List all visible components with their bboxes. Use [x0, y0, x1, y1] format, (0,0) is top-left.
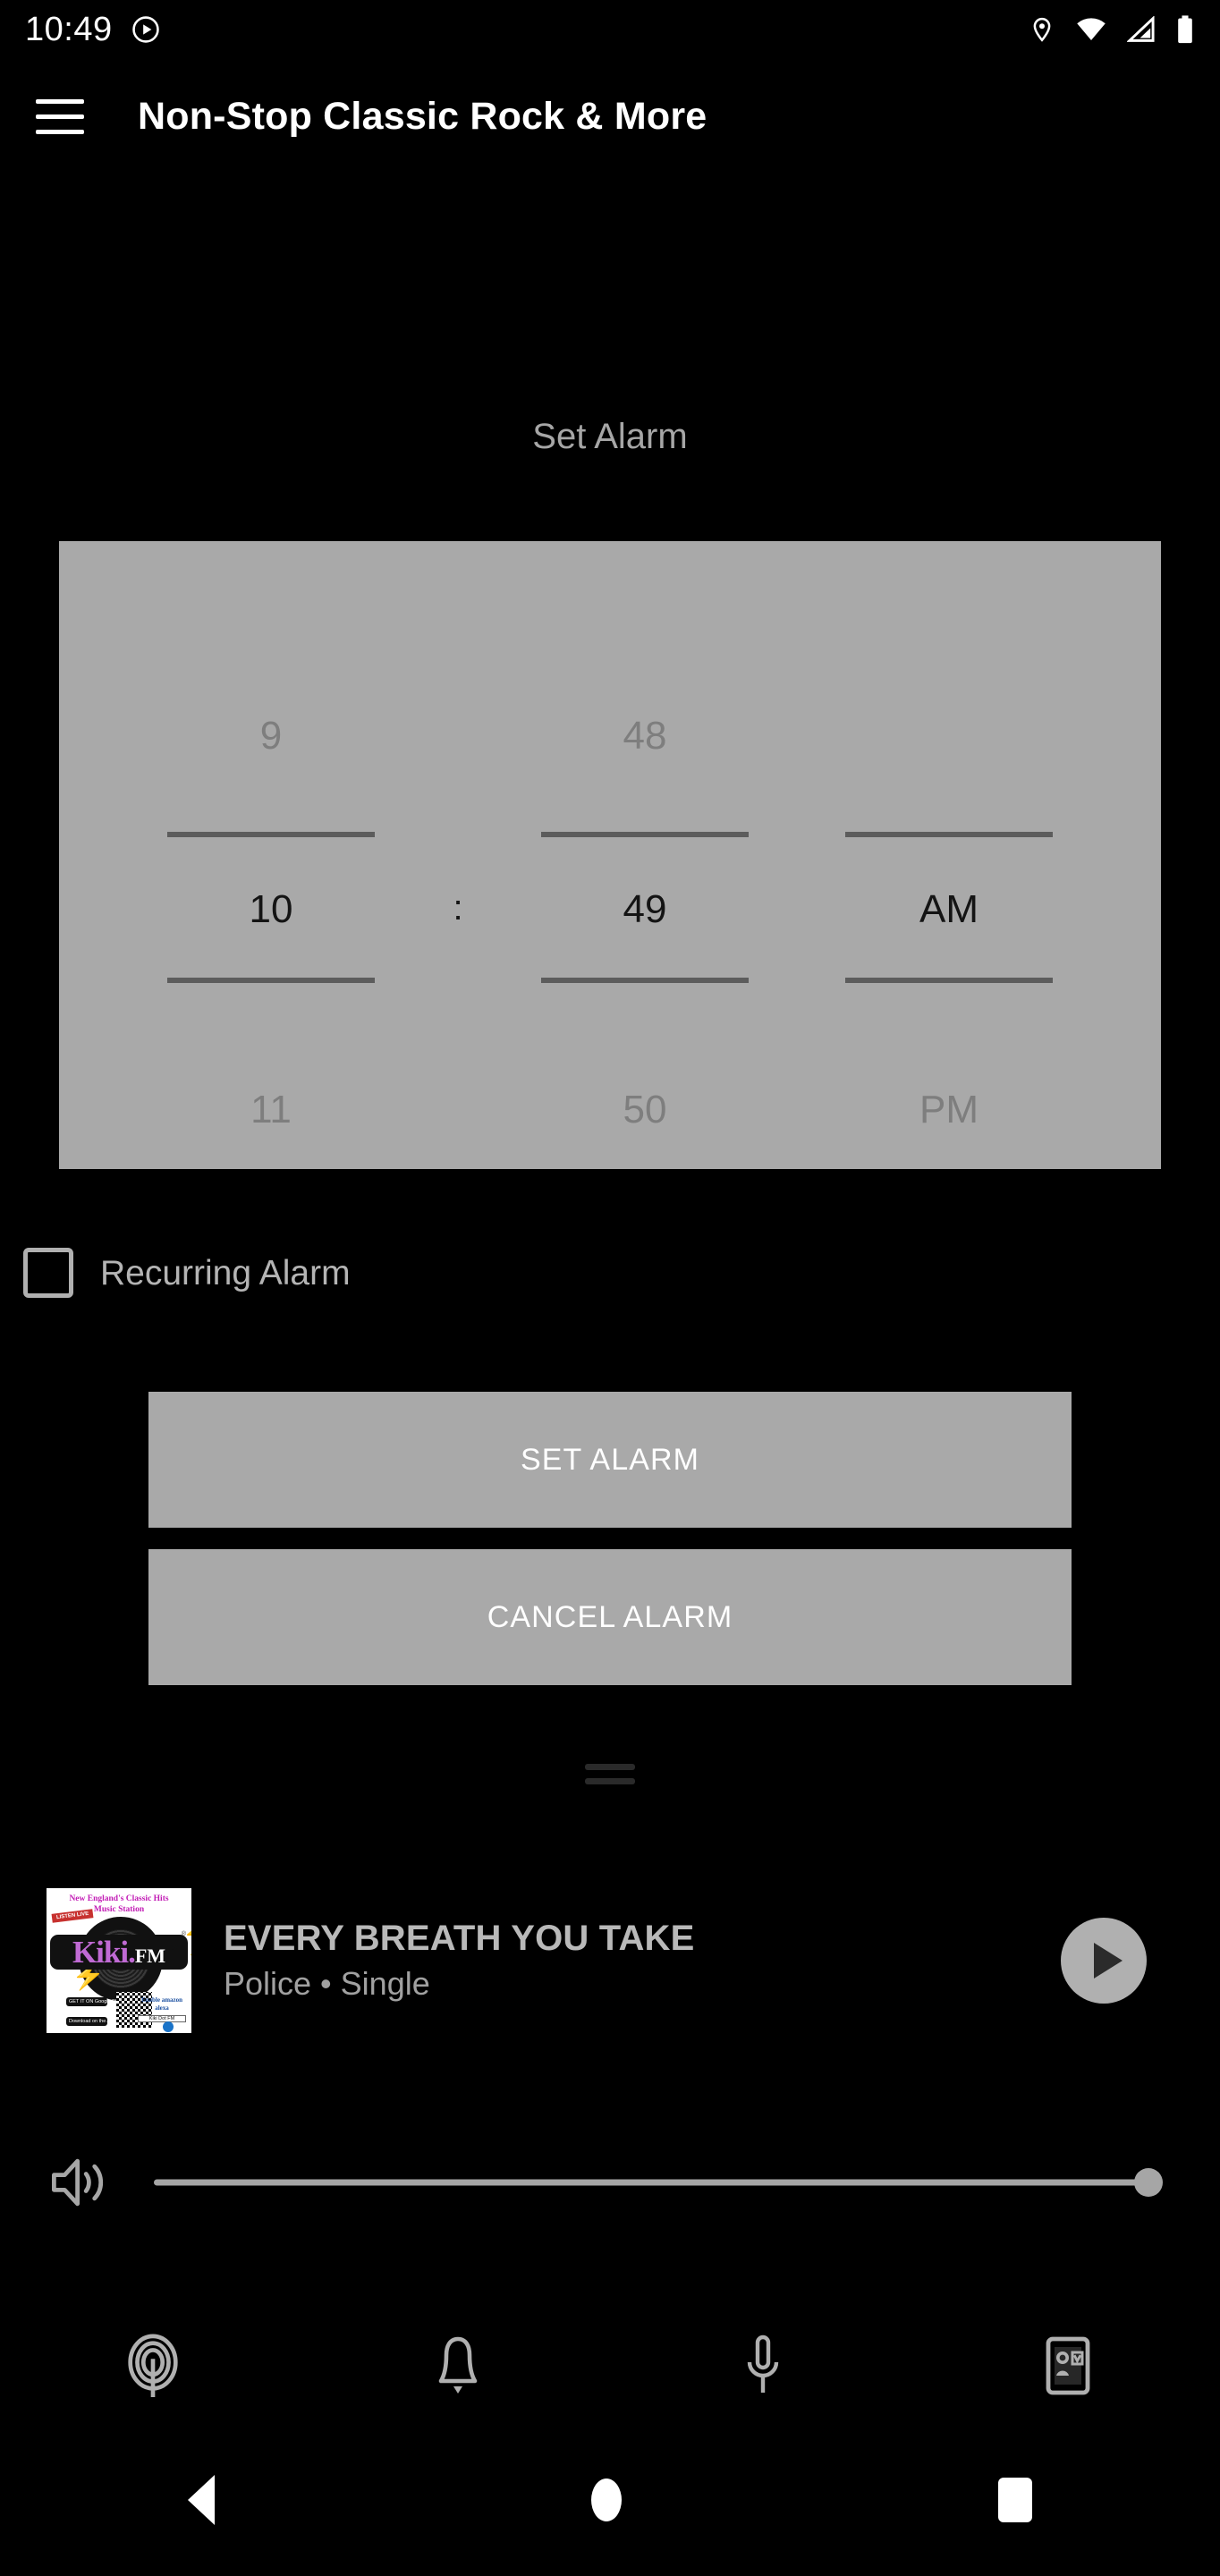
time-separator-column: : [423, 541, 493, 1169]
time-picker-columns: 9 10 11 : 48 49 50 AM PM [59, 541, 1161, 1169]
hour-rule-top [167, 832, 375, 837]
bell-icon [438, 2336, 477, 2394]
artwork-registered-mark: ® [181, 1931, 186, 1937]
sheet-drag-handle[interactable] [585, 1764, 635, 1784]
tab-contact[interactable] [915, 2308, 1220, 2424]
artwork-alexa-sub: Kiki Dot FM [138, 2015, 186, 2022]
set-alarm-heading: Set Alarm [532, 417, 688, 456]
volume-up-icon[interactable] [47, 2155, 113, 2210]
hour-next-value[interactable]: 11 [119, 1090, 423, 1130]
meridiem-picker-column[interactable]: AM PM [797, 541, 1101, 1169]
artwork-wordmark: Kiki.FM [50, 1935, 188, 1970]
volume-slider-track [154, 2179, 1157, 2186]
tab-broadcast[interactable] [0, 2308, 305, 2424]
status-bar-clock: 10:49 [25, 11, 113, 48]
hamburger-line [36, 98, 84, 104]
status-bar: 10:49 [0, 0, 1220, 59]
track-subtitle: Police • Single [224, 1965, 430, 2003]
minute-rule-top [541, 832, 749, 837]
time-separator: : [453, 888, 463, 928]
cancel-alarm-button[interactable]: CANCEL ALARM [148, 1549, 1072, 1685]
microphone-icon [747, 2334, 778, 2393]
artwork-google-play-badge: GET IT ON Google Play [66, 1996, 122, 2006]
bottom-tab-bar [0, 2308, 1220, 2424]
broadcast-icon [127, 2334, 178, 2398]
artwork-alexa-label: Enable amazon alexa [140, 1996, 183, 2012]
wifi-icon [1077, 18, 1106, 40]
recents-square-icon[interactable] [997, 2478, 1032, 2522]
minute-rule-bottom [541, 978, 749, 983]
minute-picker-column[interactable]: 48 49 50 [493, 541, 797, 1169]
play-icon [1093, 1943, 1123, 1979]
volume-slider[interactable] [154, 2155, 1163, 2210]
app-screen: 10:49 Non-Stop Classic Rock & More Set A… [0, 0, 1220, 2576]
recurring-alarm-label: Recurring Alarm [100, 1253, 351, 1292]
hamburger-menu-icon[interactable] [36, 89, 91, 144]
play-button[interactable] [1061, 1918, 1147, 2004]
hamburger-line [36, 129, 84, 134]
system-navigation-bar [0, 2424, 1220, 2576]
app-bar: Non-Stop Classic Rock & More [0, 59, 1220, 174]
back-triangle-icon[interactable] [188, 2475, 216, 2525]
page-title: Non-Stop Classic Rock & More [138, 94, 707, 138]
drag-handle-line [585, 1764, 635, 1770]
set-alarm-button[interactable]: SET ALARM [148, 1392, 1072, 1528]
tab-microphone[interactable] [610, 2308, 915, 2424]
minute-selected-value[interactable]: 49 [493, 890, 797, 929]
location-pin-icon [1033, 17, 1051, 42]
volume-row [0, 2147, 1220, 2218]
now-playing-bar: New England's Classic Hits Music Station… [0, 1876, 1220, 2046]
status-bar-left: 10:49 [25, 13, 161, 47]
volume-slider-thumb[interactable] [1134, 2168, 1163, 2197]
track-title: EVERY BREATH YOU TAKE [224, 1919, 695, 1959]
meridiem-rule-bottom [845, 978, 1053, 983]
tab-alarm[interactable] [305, 2308, 610, 2424]
status-bar-right [1029, 14, 1195, 45]
artwork-wordmark-suffix: FM [134, 1945, 166, 1967]
artwork-app-store-badge: Download on the App Store [66, 2016, 129, 2026]
meridiem-next-value[interactable]: PM [797, 1090, 1101, 1130]
meridiem-rule-top [845, 832, 1053, 837]
home-circle-icon[interactable] [590, 2479, 622, 2521]
artwork-tagline-line1: New England's Classic Hits [69, 1894, 169, 1903]
hour-previous-value[interactable]: 9 [119, 716, 423, 756]
album-artwork[interactable]: New England's Classic Hits Music Station… [47, 1888, 191, 2033]
cellular-signal-icon [1127, 16, 1155, 42]
time-picker-panel[interactable]: 9 10 11 : 48 49 50 AM PM [59, 541, 1161, 1169]
recurring-alarm-row[interactable]: Recurring Alarm [23, 1248, 351, 1298]
minute-previous-value[interactable]: 48 [493, 716, 797, 756]
minute-next-value[interactable]: 50 [493, 1090, 797, 1130]
artwork-phone-icon [172, 1949, 184, 1969]
recurring-alarm-checkbox[interactable] [23, 1248, 73, 1298]
hour-selected-value[interactable]: 10 [119, 890, 423, 929]
contact-card-icon [1046, 2336, 1089, 2395]
artwork-wordmark-name: Kiki. [72, 1935, 136, 1970]
hamburger-line [36, 114, 84, 119]
meridiem-selected-value[interactable]: AM [797, 890, 1101, 929]
hour-picker-column[interactable]: 9 10 11 [119, 541, 423, 1169]
track-metadata: EVERY BREATH YOU TAKE Police • Single [224, 1918, 1061, 2003]
battery-icon [1178, 15, 1192, 44]
artwork-alexa-dot-icon [163, 2021, 174, 2032]
play-circle-icon [131, 16, 159, 43]
drag-handle-line [585, 1778, 635, 1784]
hour-rule-bottom [167, 978, 375, 983]
